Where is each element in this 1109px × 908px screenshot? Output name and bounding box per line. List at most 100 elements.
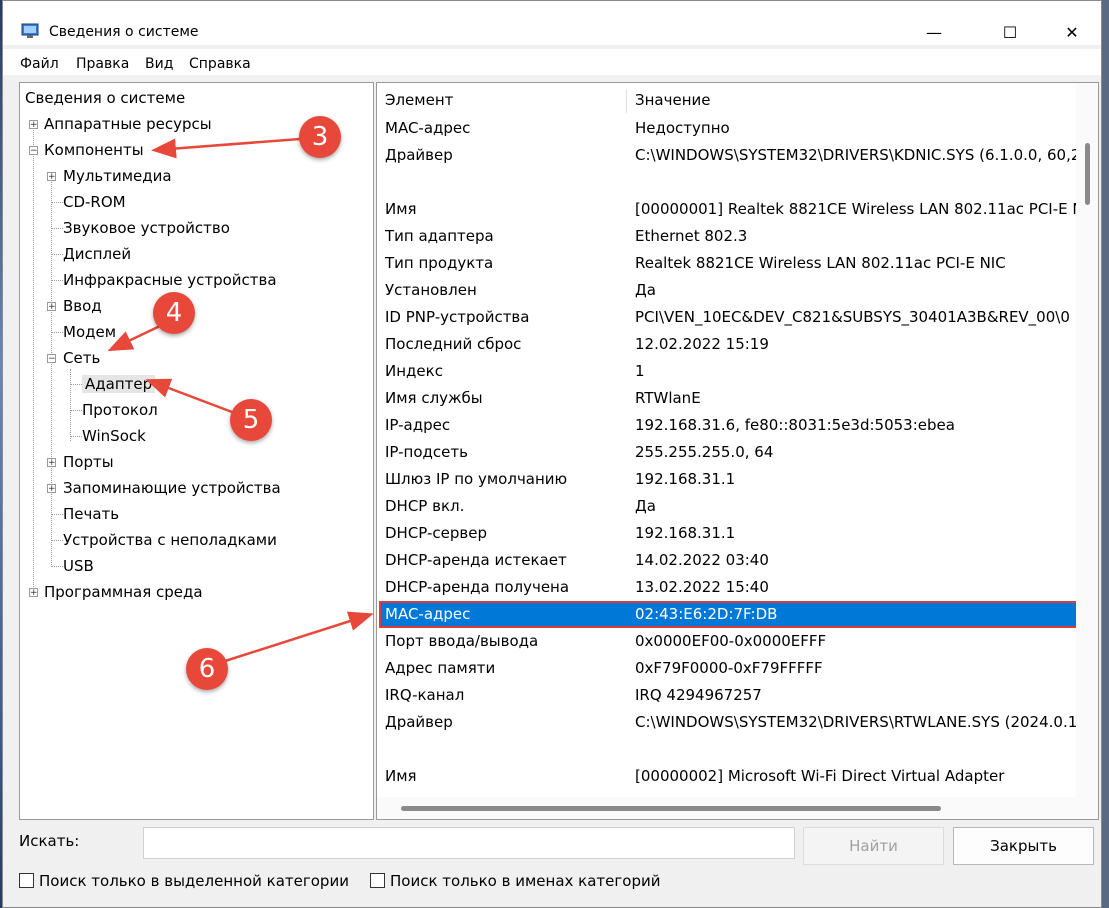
tree-item[interactable]: Мультимедиа: [63, 164, 172, 188]
tree-item[interactable]: Звуковое устройство: [63, 216, 230, 240]
menu-file[interactable]: Файл: [20, 56, 59, 72]
table-row[interactable]: IRQ-канал IRQ 4294967257: [377, 682, 1077, 709]
tree-expander-1[interactable]: −: [29, 146, 38, 156]
row-value: 14.02.2022 03:40: [635, 551, 769, 569]
tree-expander-7[interactable]: +: [47, 302, 56, 312]
checkbox-category-names[interactable]: Поиск только в именах категорий: [370, 872, 660, 890]
table-row[interactable]: Имя [00000001] Realtek 8821CE Wireless LA…: [377, 196, 1084, 223]
tree-item[interactable]: Модем: [63, 320, 116, 344]
tree-item[interactable]: Сеть: [63, 346, 100, 370]
table-row[interactable]: Тип адаптера Ethernet 802.3: [377, 223, 1077, 250]
tree-item-label: Дисплей: [63, 245, 132, 263]
table-row[interactable]: [377, 736, 1077, 763]
tree-guide-line: [70, 410, 82, 411]
checkbox-box[interactable]: [370, 873, 385, 888]
maximize-button[interactable]: ☐: [987, 17, 1033, 47]
table-row[interactable]: DHCP-сервер 192.168.31.1: [377, 520, 1077, 547]
minimize-button[interactable]: —: [911, 17, 957, 47]
row-value: [00000002] Microsoft Wi-Fi Direct Virtua…: [635, 767, 1005, 785]
vertical-scrollbar[interactable]: [1076, 83, 1098, 800]
tree-item[interactable]: Запоминающие устройства: [63, 476, 281, 500]
table-row[interactable]: Имя [00000002] Microsoft Wi-Fi Direct Vir…: [377, 763, 1077, 790]
tree-item-label: Запоминающие устройства: [63, 479, 281, 497]
menu-bar: Файл Правка Вид Справка: [3, 49, 1101, 75]
tree-expander-13[interactable]: +: [47, 458, 56, 468]
close-window-button[interactable]: ✕: [1049, 17, 1095, 47]
row-value: Realtek 8821CE Wireless LAN 802.11ac PCI…: [635, 254, 1006, 272]
row-element: IRQ-канал: [385, 686, 465, 704]
title-bar[interactable]: Сведения о системе — ☐ ✕: [3, 1, 1101, 45]
menu-view[interactable]: Вид: [145, 56, 173, 72]
vertical-scroll-thumb[interactable]: [1085, 143, 1090, 205]
tree-item[interactable]: Дисплей: [63, 242, 131, 266]
checkbox-selected-category[interactable]: Поиск только в выделенной категории: [19, 872, 349, 890]
table-row[interactable]: DHCP-аренда истекает 14.02.2022 03:40: [377, 547, 1077, 574]
row-element: IP-адрес: [385, 416, 451, 434]
table-row[interactable]: Последний сброс 12.02.2022 15:19: [377, 331, 1077, 358]
column-header-value[interactable]: Значение: [635, 91, 711, 109]
tree-item[interactable]: Ввод: [63, 294, 102, 318]
table-row[interactable]: [377, 169, 1077, 196]
column-header-element[interactable]: Элемент: [385, 91, 453, 109]
row-element: DHCP-сервер: [385, 524, 488, 542]
category-tree[interactable]: Сведения о системе + Аппаратные ресурсы − К…: [19, 82, 374, 820]
row-value: 1: [635, 362, 645, 380]
table-row[interactable]: Драйвер C:\WINDOWS\SYSTEM32\DRIVERS\RTWLA…: [377, 709, 1077, 736]
table-row[interactable]: Имя службы RTWlanE: [377, 385, 1077, 412]
search-input[interactable]: [143, 827, 795, 859]
table-row[interactable]: IP-адрес 192.168.31.6, fe80::8031:5e3d:50…: [377, 412, 1077, 439]
table-row[interactable]: IP-подсеть 255.255.255.0, 64: [377, 439, 1077, 466]
table-row[interactable]: MAC-адрес Недоступно: [377, 115, 1077, 142]
tree-item[interactable]: Порты: [63, 450, 114, 474]
horizontal-scrollbar[interactable]: [377, 797, 1098, 819]
tree-guide-line: [51, 202, 63, 203]
close-button[interactable]: Закрыть: [953, 827, 1094, 865]
tree-item[interactable]: Протокол: [82, 398, 158, 422]
table-row[interactable]: Адрес памяти 0xF79F0000-0xF79FFFFF: [377, 655, 1077, 682]
table-row[interactable]: DHCP-аренда получена 13.02.2022 15:40: [377, 574, 1077, 601]
details-list[interactable]: Элемент Значение MAC-адрес Недоступно Драй…: [376, 82, 1099, 820]
tree-guide-line: [70, 369, 71, 441]
table-row[interactable]: ID PNP-устройства PCI\VEN_10EC&DEV_C821&S…: [377, 304, 1077, 331]
list-header: Элемент Значение: [377, 83, 1098, 117]
table-row[interactable]: Шлюз IP по умолчанию 192.168.31.1: [377, 466, 1077, 493]
row-value: Недоступно: [635, 119, 730, 137]
table-row[interactable]: Порт ввода/вывода 0x0000EF00-0x0000EFFF: [377, 628, 1077, 655]
tree-item[interactable]: CD-ROM: [63, 190, 126, 214]
tree-expander-14[interactable]: +: [47, 484, 56, 494]
tree-item[interactable]: Адаптер: [82, 372, 156, 396]
tree-item[interactable]: Компоненты: [44, 138, 144, 162]
search-label: Искать:: [19, 832, 80, 850]
table-row[interactable]: Установлен Да: [377, 277, 1077, 304]
tree-item-label: Программная среда: [44, 583, 203, 601]
tree-item[interactable]: Программная среда: [44, 580, 203, 604]
find-button[interactable]: Найти: [803, 827, 944, 865]
tree-item[interactable]: Инфракрасные устройства: [63, 268, 277, 292]
tree-root[interactable]: Сведения о системе: [25, 86, 185, 110]
menu-edit[interactable]: Правка: [76, 56, 129, 72]
tree-item-label: Устройства с неполадками: [63, 531, 277, 549]
tree-item[interactable]: USB: [63, 554, 94, 578]
tree-expander-2[interactable]: +: [47, 172, 56, 182]
tree-expander-0[interactable]: +: [29, 120, 38, 130]
horizontal-scroll-thumb[interactable]: [401, 806, 941, 811]
table-row[interactable]: Тип продукта Realtek 8821CE Wireless LAN …: [377, 250, 1077, 277]
menu-help[interactable]: Справка: [189, 56, 251, 72]
window-title: Сведения о системе: [49, 24, 199, 40]
row-element: DHCP вкл.: [385, 497, 465, 515]
row-element: Драйвер: [385, 146, 453, 164]
tree-item[interactable]: WinSock: [82, 424, 146, 448]
column-separator[interactable]: [626, 89, 627, 113]
checkbox-box[interactable]: [19, 873, 34, 888]
tree-expander-9[interactable]: −: [47, 354, 56, 364]
tree-item-label: Протокол: [82, 401, 158, 419]
table-row[interactable]: DHCP вкл. Да: [377, 493, 1077, 520]
table-row[interactable]: Индекс 1: [377, 358, 1077, 385]
tree-item-label: Печать: [63, 505, 120, 523]
tree-item[interactable]: Устройства с неполадками: [63, 528, 277, 552]
tree-item[interactable]: Аппаратные ресурсы: [44, 112, 212, 136]
tree-expander-18[interactable]: +: [29, 588, 38, 598]
system-information-window: Сведения о системе — ☐ ✕ Файл Правка Вид…: [2, 0, 1102, 908]
table-row[interactable]: Драйвер C:\WINDOWS\SYSTEM32\DRIVERS\KDNIC…: [377, 142, 1080, 169]
tree-item[interactable]: Печать: [63, 502, 119, 526]
